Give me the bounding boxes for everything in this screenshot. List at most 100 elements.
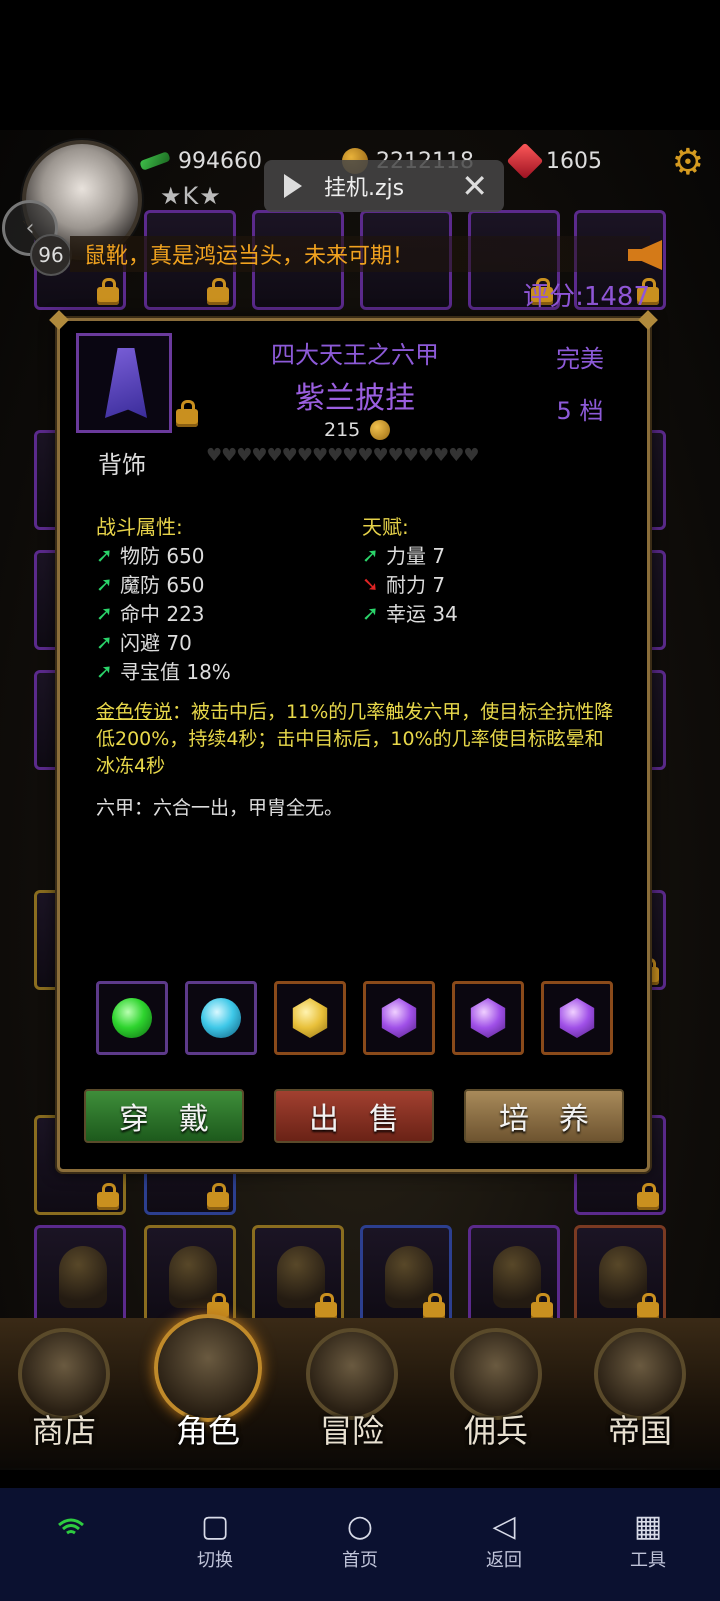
enhance-hearts: ♥♥♥♥♥♥♥♥♥♥♥♥♥♥♥♥♥♥ [206,445,479,466]
stat-text: 耐力 7 [386,573,446,597]
gold-coin-icon [370,420,391,440]
helmet-icon [169,1246,217,1308]
nav-label: 角色 [175,1412,240,1450]
resource-gems: 1605 [506,142,602,180]
stat-text: 闪避 70 [120,631,192,655]
lock-icon [97,278,119,305]
sys-back[interactable]: ◁ 返回 [459,1506,549,1572]
arrow-down-icon: ➘ [362,571,379,596]
arrow-up-icon: ➚ [96,542,113,567]
sys-tools[interactable]: ▦ 工具 [603,1506,693,1572]
stat-row: ➚ 魔防 650 [96,569,231,598]
stat-row: ➚ 命中 223 [96,598,231,627]
resource-value: 994660 [178,148,262,174]
slot-type: 背饰 [98,451,146,479]
gem-slot[interactable] [274,981,346,1055]
inventory-slot[interactable] [468,1225,560,1325]
armor-icon [493,1246,541,1308]
stat-text: 力量 7 [386,544,446,568]
lock-icon [207,278,229,305]
stat-row: ➚ 物防 650 [96,540,231,569]
purple-gem-icon [559,998,595,1038]
legend-name: 金色传说 [96,701,173,723]
nav-empire[interactable]: 帝国 [584,1328,694,1458]
equip-button[interactable]: 穿戴 [84,1089,244,1143]
play-icon[interactable] [284,174,302,198]
stat-text: 幸运 34 [386,602,458,626]
yellow-gem-icon [292,998,328,1038]
broadcast-marquee: 鼠靴，真是鸿运当头，未来可期！ [70,236,650,272]
price-value: 215 [324,419,361,441]
arrow-up-icon: ➚ [96,658,113,683]
armor-icon [599,1246,647,1308]
sys-label: 工具 [630,1550,666,1571]
stat-row: ➚ 寻宝值 18% [96,656,231,685]
lock-icon [637,1183,659,1210]
sell-button[interactable]: 出售 [274,1089,434,1143]
inventory-slot[interactable] [574,1225,666,1325]
cultivate-button[interactable]: 培养 [464,1089,624,1143]
talent-stats: 天赋: ➚ 力量 7 ➘ 耐力 7 ➚ 幸运 34 [362,511,458,627]
green-arrow-icon [139,151,171,171]
stat-text: 物防 650 [120,544,205,568]
resource-exp: 994660 [139,146,262,176]
item-name: 紫兰披挂 [295,381,415,416]
back-triangle-icon: ◁ [492,1508,516,1544]
arrow-up-icon: ➚ [96,629,113,654]
nav-mercenary[interactable]: 佣兵 [440,1328,550,1458]
sys-label: 返回 [486,1550,522,1571]
close-icon[interactable]: ✕ [461,167,488,205]
red-gem-icon [506,142,544,180]
wifi-icon [58,1518,84,1535]
marquee-text: 鼠靴，真是鸿运当头，未来可期！ [84,244,415,269]
inventory-slot[interactable] [144,1225,236,1325]
level-badge: 96 [30,234,72,276]
combat-stats-title: 战斗属性: [96,515,183,539]
inventory-slot[interactable] [34,1225,126,1325]
stat-row: ➚ 力量 7 [362,540,458,569]
gem-slot[interactable] [96,981,168,1055]
gem-slot[interactable] [185,981,257,1055]
nav-shop[interactable]: 商店 [8,1328,118,1458]
lock-icon[interactable] [176,400,198,427]
purple-gem-icon [470,998,506,1038]
gem-slot[interactable] [452,981,524,1055]
cloak-icon [105,348,147,418]
inventory-slot[interactable] [360,1225,452,1325]
gear-icon[interactable]: ⚙ [672,142,704,183]
square-icon: ▢ [200,1508,230,1544]
helmet-icon [59,1246,107,1308]
arrow-up-icon: ➚ [362,542,379,567]
item-price: 215 [324,419,391,441]
purple-gem-icon [381,998,417,1038]
grid-icon: ▦ [633,1508,663,1544]
bottom-nav: 商店 角色 冒险 佣兵 帝国 [0,1314,720,1468]
rank-stars: ★K★ [160,182,222,210]
helmet-icon [385,1246,433,1308]
stat-row: ➚ 幸运 34 [362,598,458,627]
tier-label: 5 档 [556,397,604,425]
score-label: 评分:1487 [523,282,650,312]
sys-home[interactable]: ○ 首页 [315,1506,405,1572]
script-overlay[interactable]: 挂机.zjs ✕ [264,160,504,212]
legend-text: ：被击中后，11%的几率触发六甲，使目标全抗性降低200%，持续4秒；击中目标后… [96,701,614,777]
stat-text: 寻宝值 18% [120,660,231,684]
set-name: 四大天王之六甲 [271,341,439,369]
quality-label: 完美 [556,345,604,373]
stat-text: 命中 223 [120,602,205,626]
gem-slot[interactable] [363,981,435,1055]
lock-icon [207,1183,229,1210]
resource-value: 1605 [546,148,602,174]
nav-label: 佣兵 [463,1412,528,1450]
flavor-text: 六甲：六合一出，甲胄全无。 [96,797,344,819]
green-gem-icon [112,998,152,1038]
nav-character[interactable]: 角色 [152,1314,262,1458]
nav-adventure[interactable]: 冒险 [296,1328,406,1458]
helmet-icon [277,1246,325,1308]
inventory-slot[interactable] [252,1225,344,1325]
sys-switch[interactable]: ▢ 切换 [170,1506,260,1572]
gem-slot[interactable] [541,981,613,1055]
stat-row: ➘ 耐力 7 [362,569,458,598]
item-detail-dialog: 四大天王之六甲 紫兰披挂 完美 5 档 215 背饰 ♥♥♥♥♥♥♥♥♥♥♥♥♥… [57,318,650,1172]
stat-text: 魔防 650 [120,573,205,597]
